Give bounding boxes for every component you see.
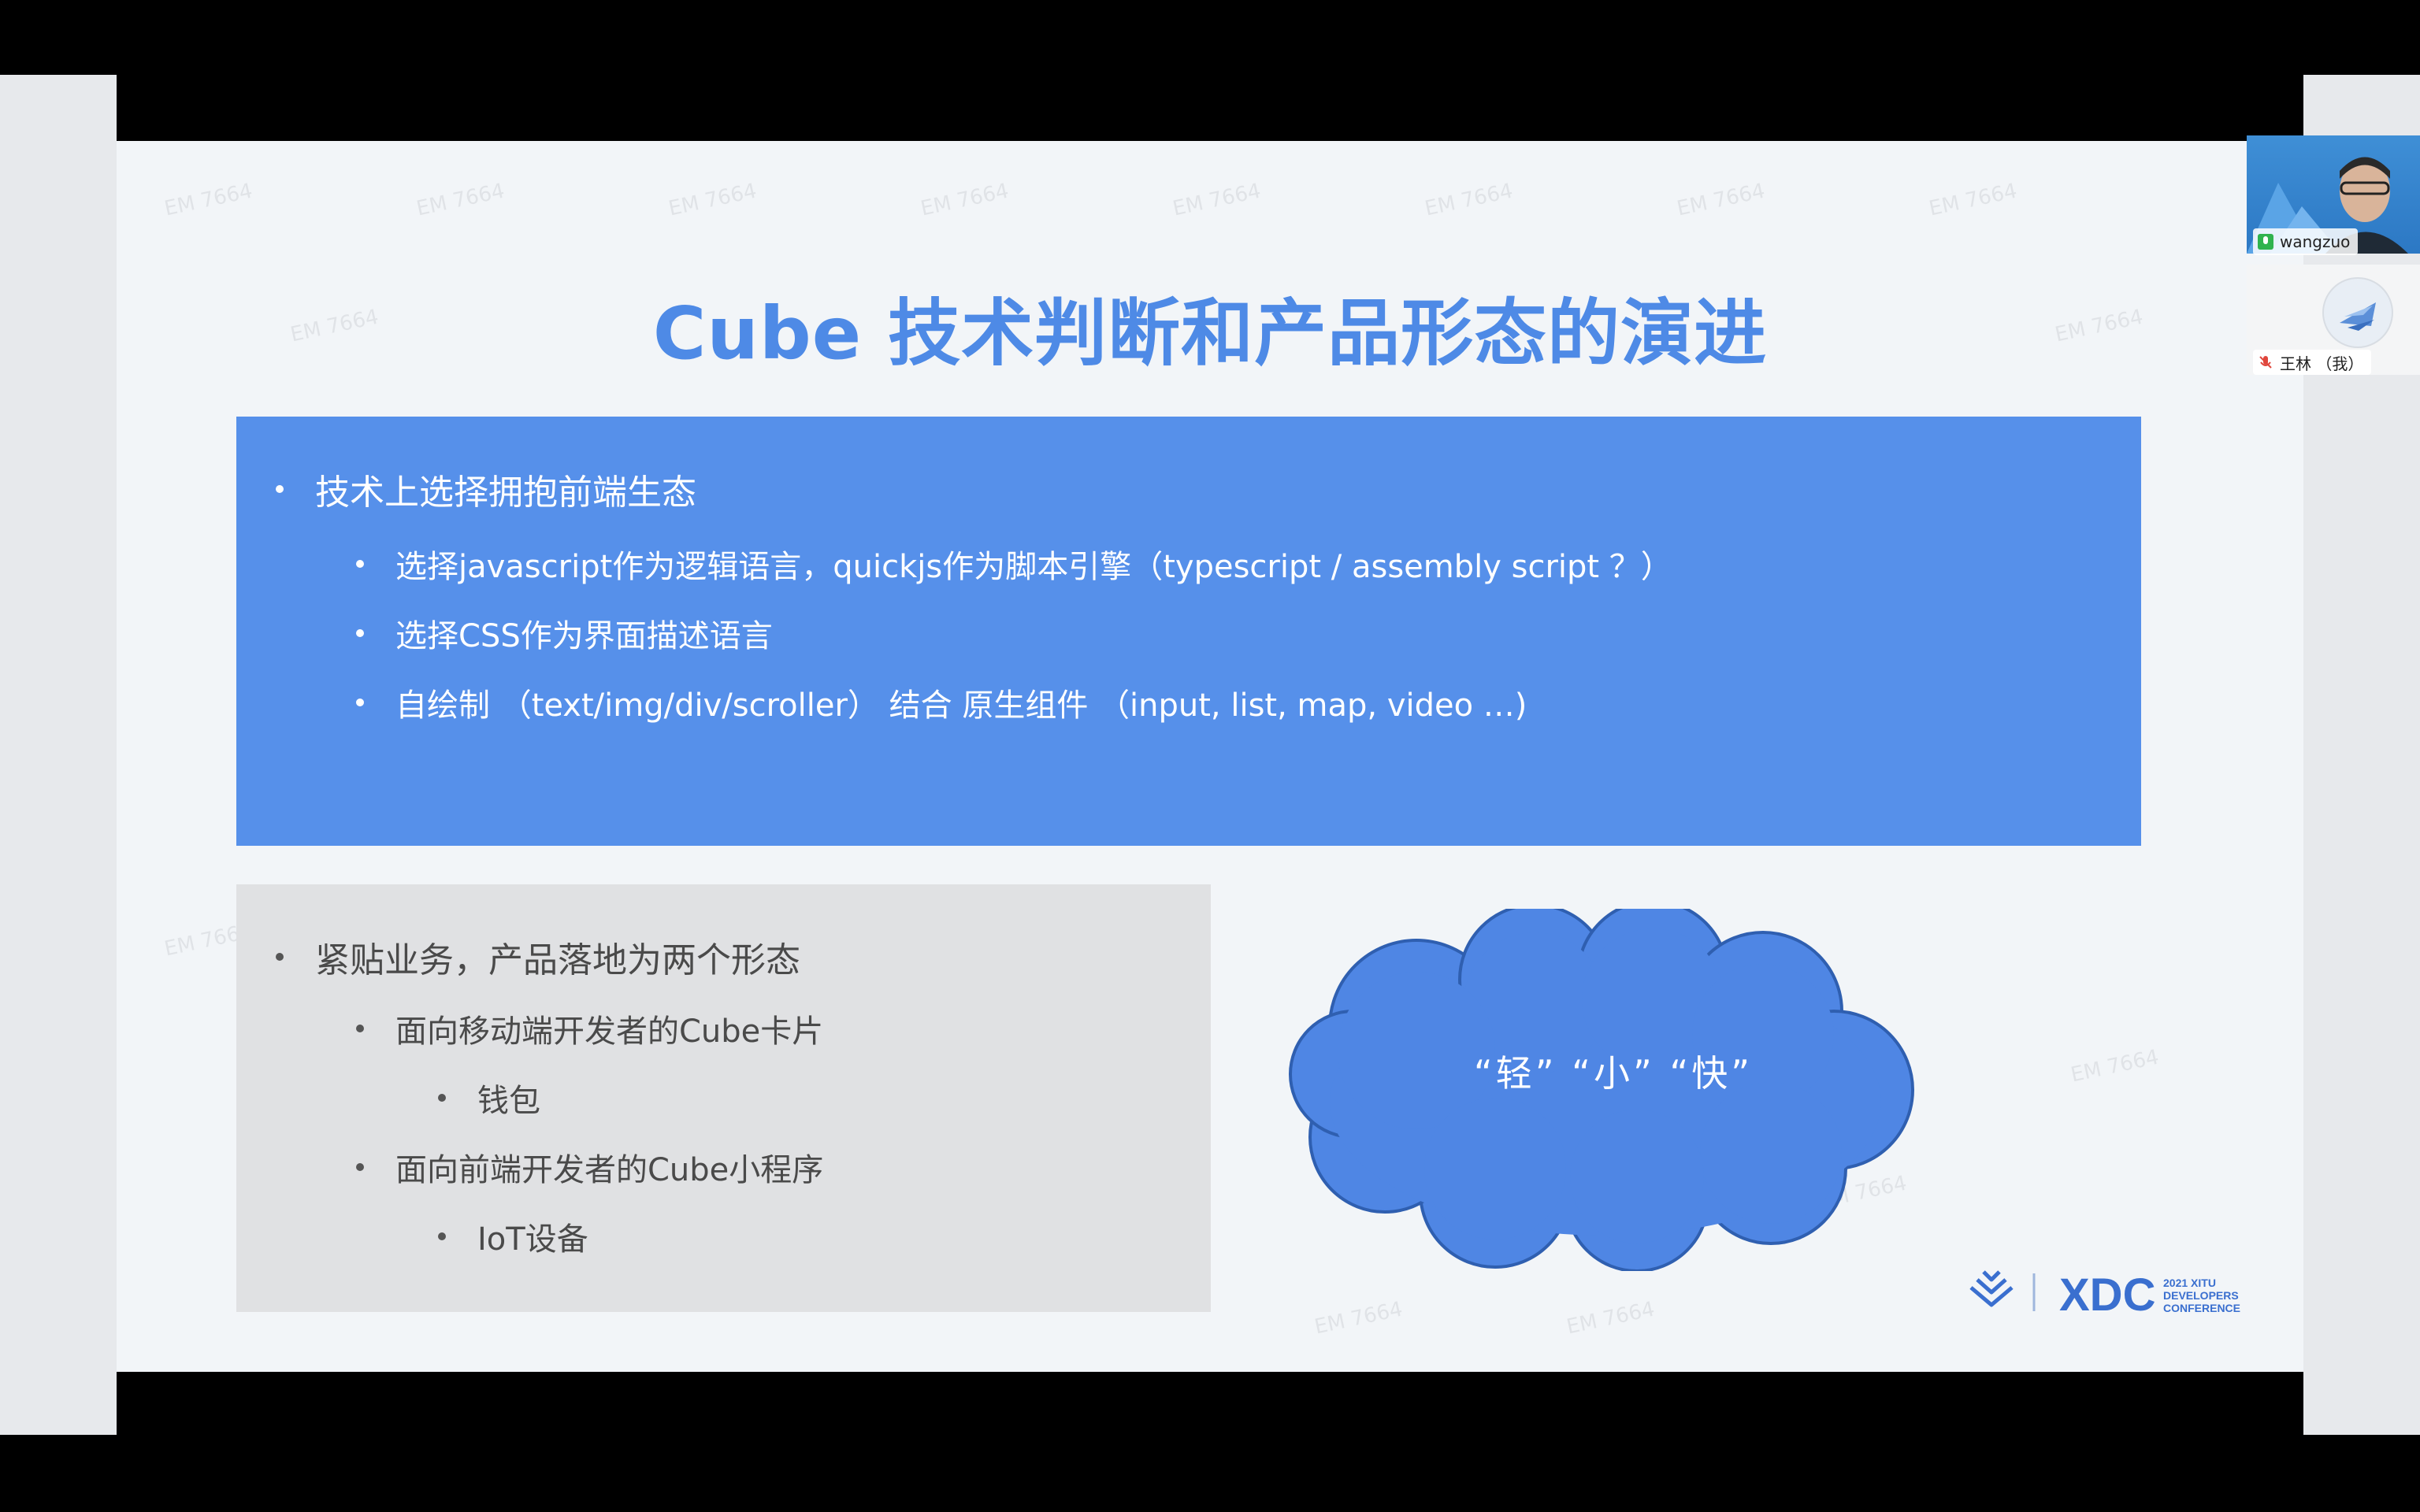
- watermark: EM 7664: [162, 179, 255, 221]
- tech-item-text: 自绘制 （text/img/div/scroller） 结合 原生组件 （inp…: [395, 687, 1527, 724]
- xdc-caption-line: 2021 XITU: [2163, 1277, 2216, 1289]
- left-gutter: [0, 75, 117, 1435]
- tech-item: 选择CSS作为界面描述语言: [356, 610, 773, 656]
- microphone-icon: [2258, 234, 2273, 250]
- watermark: EM 7664: [2069, 1045, 2162, 1088]
- bullet-dot: [276, 485, 284, 493]
- participant-name-tag: wangzuo: [2253, 228, 2359, 255]
- bullet-dot: [438, 1232, 446, 1240]
- tech-item-text: 选择CSS作为界面描述语言: [395, 618, 773, 654]
- bullet-dot: [276, 953, 284, 961]
- tech-section-box: 技术上选择拥抱前端生态 选择javascript作为逻辑语言，quickjs作为…: [236, 417, 2141, 846]
- business-item: 面向前端开发者的Cube小程序: [356, 1144, 823, 1190]
- business-subitem-text: 钱包: [477, 1083, 540, 1119]
- bullet-dot: [356, 1025, 364, 1032]
- business-item-text: 面向前端开发者的Cube小程序: [395, 1152, 824, 1188]
- business-subitem-text: IoT设备: [477, 1221, 588, 1258]
- watermark: EM 7664: [414, 179, 507, 221]
- bottom-black-bar: [0, 1435, 2420, 1512]
- tech-heading: 技术上选择拥抱前端生态: [276, 464, 696, 514]
- self-name: 王林 （我）: [2280, 354, 2364, 373]
- watermark: EM 7664: [1675, 179, 1768, 221]
- cloud-text: “轻” “小” “快”: [1473, 1052, 1754, 1095]
- microphone-muted-icon: [2259, 356, 2272, 369]
- letterbox-top: [117, 75, 2303, 141]
- business-section-box: 紧贴业务，产品落地为两个形态 面向移动端开发者的Cube卡片 钱包 面向前端开发…: [236, 884, 1211, 1312]
- tech-item-text: 选择javascript作为逻辑语言，quickjs作为脚本引擎（typescr…: [395, 549, 1672, 585]
- business-heading-text: 紧贴业务，产品落地为两个形态: [315, 940, 800, 980]
- bullet-dot: [356, 1163, 364, 1171]
- xdc-caption-line: CONFERENCE: [2163, 1302, 2241, 1314]
- letterbox-bottom: [117, 1372, 2303, 1435]
- slide-title: Cube 技术判断和产品形态的演进: [652, 291, 1768, 376]
- presentation-slide: EM 7664 EM 7664 EM 7664 EM 7664 EM 7664 …: [117, 141, 2303, 1372]
- xdc-logo-text: XDC: [2059, 1269, 2156, 1321]
- business-item-text: 面向移动端开发者的Cube卡片: [395, 1014, 824, 1050]
- business-subitem: IoT设备: [438, 1214, 588, 1259]
- tech-item: 自绘制 （text/img/div/scroller） 结合 原生组件 （inp…: [356, 680, 1527, 725]
- bullet-dot: [356, 560, 364, 568]
- business-subitem: 钱包: [438, 1075, 540, 1121]
- avatar: [2322, 277, 2393, 348]
- avatar-image: [2340, 302, 2376, 331]
- watermark: EM 7664: [919, 179, 1011, 221]
- watermark: EM 7664: [666, 179, 759, 221]
- watermark: EM 7664: [1927, 179, 2020, 221]
- bullet-dot: [356, 699, 364, 706]
- watermark: EM 7664: [1171, 179, 1264, 221]
- xdc-caption-line: DEVELOPERS: [2163, 1289, 2239, 1302]
- participant-name: wangzuo: [2280, 232, 2351, 251]
- watermark: EM 7664: [1312, 1297, 1405, 1340]
- business-item: 面向移动端开发者的Cube卡片: [356, 1006, 823, 1051]
- xdc-logo-caption: 2021 XITU DEVELOPERS CONFERENCE: [2163, 1277, 2240, 1314]
- business-heading: 紧贴业务，产品落地为两个形态: [276, 932, 800, 982]
- watermark: EM 7664: [1423, 179, 1516, 221]
- bullet-dot: [356, 629, 364, 637]
- bullet-dot: [438, 1094, 446, 1102]
- self-name-tag: 王林 （我）: [2253, 350, 2372, 375]
- tech-item: 选择javascript作为逻辑语言，quickjs作为脚本引擎（typescr…: [356, 541, 1672, 587]
- watermark: EM 7664: [1564, 1297, 1657, 1340]
- tech-heading-text: 技术上选择拥抱前端生态: [315, 472, 696, 513]
- top-black-bar: [0, 0, 2420, 75]
